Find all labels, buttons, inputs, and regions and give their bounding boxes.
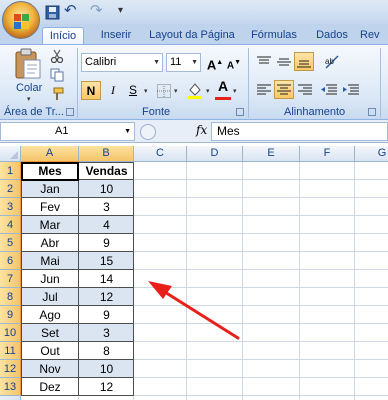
shrink-font-button[interactable]: A▼ [224, 53, 244, 72]
cut-icon[interactable] [50, 49, 64, 63]
tab-dados[interactable]: Dados [312, 27, 352, 45]
font-name-combo[interactable]: Calibri ▼ [81, 53, 163, 72]
name-box-value: A1 [55, 125, 69, 137]
chevron-down-icon[interactable]: ▼ [124, 123, 131, 140]
paste-label[interactable]: Colar [16, 82, 42, 94]
separator [380, 48, 381, 118]
font-size-value: 11 [170, 56, 182, 68]
separator [77, 48, 78, 118]
underline-button[interactable]: S [123, 81, 143, 100]
title-bar: ↶ ↷ ▾ [0, 0, 388, 24]
insert-function-button[interactable]: fx [196, 123, 207, 137]
chevron-down-icon[interactable]: ▼ [191, 54, 198, 71]
font-launcher-icon[interactable] [236, 108, 244, 116]
tab-formulas[interactable]: Fórmulas [248, 27, 300, 45]
font-name-value: Calibri [85, 56, 117, 68]
red-arrow-annotation [148, 281, 240, 340]
font-color-icon[interactable]: A [215, 78, 231, 98]
align-center-button[interactable] [274, 80, 294, 99]
align-middle-icon[interactable] [276, 55, 292, 69]
redo-icon[interactable]: ↷ [90, 3, 110, 20]
grow-font-icon: A [206, 57, 217, 73]
tab-layout-da-pagina[interactable]: Layout da Página [148, 27, 236, 45]
font-color-swatch [215, 97, 231, 100]
format-painter-icon[interactable] [50, 87, 64, 101]
chevron-down-icon[interactable]: ▾ [174, 87, 178, 95]
alignment-group-label: Alinhamento [284, 106, 346, 118]
undo-icon[interactable]: ↶ [64, 3, 84, 20]
decrease-indent-icon[interactable] [320, 83, 338, 97]
tab-inserir[interactable]: Inserir [92, 27, 140, 45]
office-button[interactable] [2, 1, 40, 39]
font-size-combo[interactable]: 11 ▼ [166, 53, 201, 72]
chevron-down-icon[interactable]: ▾ [206, 87, 210, 95]
worksheet-grid: ABCDEFG 1234567891011121314 MesVendasJan… [0, 146, 388, 400]
italic-button[interactable]: I [103, 81, 123, 100]
formula-bar: A1 ▼ fx Mes [0, 120, 388, 143]
increase-indent-icon[interactable] [342, 83, 360, 97]
svg-text:ab: ab [325, 57, 334, 66]
ribbon: Colar ▾ Área de Tr... Calibri ▼ 11 ▼ A▲ … [0, 44, 388, 120]
chevron-down-icon[interactable]: ▼ [153, 54, 160, 71]
orientation-icon[interactable]: ab [324, 54, 340, 70]
grow-font-button[interactable]: A▲ [205, 53, 225, 72]
formula-input[interactable]: Mes [211, 122, 388, 141]
clipboard-group-label: Área de Tr... [4, 106, 64, 118]
ribbon-tabs: Início Inserir Layout da Página Fórmulas… [0, 24, 388, 45]
chevron-down-icon[interactable]: ▾ [144, 87, 148, 95]
alignment-launcher-icon[interactable] [368, 108, 376, 116]
paste-icon[interactable] [14, 48, 42, 80]
clipboard-launcher-icon[interactable] [66, 108, 74, 116]
chevron-down-icon[interactable]: ▾ [233, 87, 237, 95]
align-center-icon [277, 84, 291, 95]
align-right-icon[interactable] [297, 83, 313, 97]
bold-button[interactable]: N [81, 81, 101, 100]
tab-revisao[interactable]: Rev [360, 27, 388, 45]
font-group-label: Fonte [142, 106, 171, 118]
align-bottom-button[interactable] [294, 52, 314, 71]
borders-icon[interactable] [156, 83, 172, 99]
copy-icon[interactable] [50, 68, 64, 82]
separator [248, 48, 249, 118]
tab-inicio[interactable]: Início [42, 27, 84, 45]
align-top-icon[interactable] [256, 55, 272, 69]
align-bottom-icon [297, 60, 311, 68]
formula-bar-toggle-icon[interactable] [140, 124, 156, 140]
name-box[interactable]: A1 ▼ [0, 122, 135, 141]
excel-window: ↶ ↷ ▾ Início Inserir Layout da Página Fó… [0, 0, 388, 400]
save-icon[interactable] [45, 4, 60, 20]
paste-dropdown-icon[interactable]: ▾ [27, 95, 31, 103]
customize-qat-icon[interactable]: ▾ [118, 4, 128, 20]
office-logo [14, 14, 29, 29]
fill-color-icon[interactable] [186, 81, 204, 99]
align-left-icon[interactable] [256, 83, 272, 97]
